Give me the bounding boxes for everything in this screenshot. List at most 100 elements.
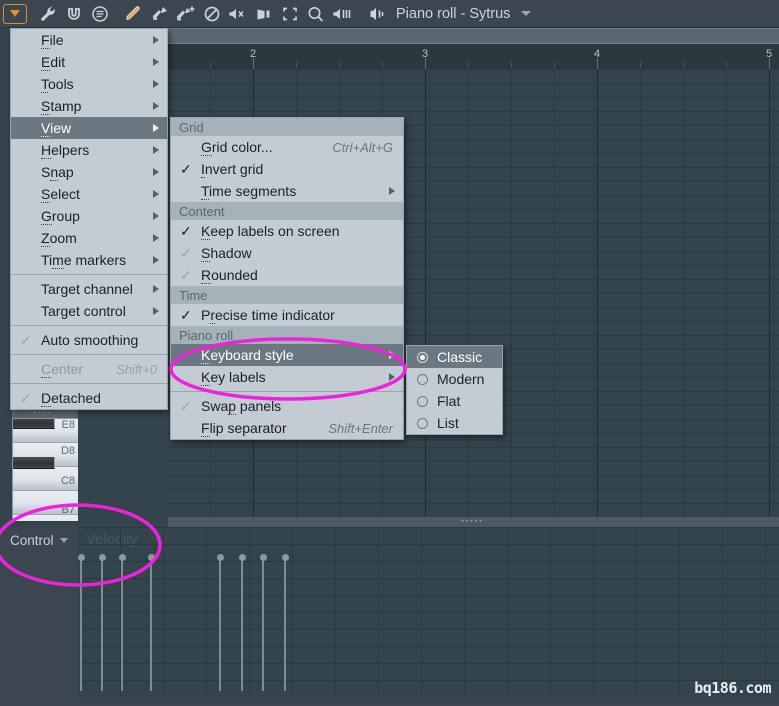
view-item-keep-labels-on-screen[interactable]: ✓ Keep labels on screen: [171, 220, 403, 242]
pencil-icon[interactable]: [121, 3, 147, 25]
menu-item-snap[interactable]: Snap: [11, 161, 167, 183]
velocity-handle[interactable]: [259, 554, 267, 561]
menu-item-label: Key labels: [201, 369, 266, 386]
view-item-key-labels[interactable]: Key labels: [171, 366, 403, 388]
view-item-swap-panels[interactable]: ✓ Swap panels: [171, 395, 403, 417]
menu-separator: [11, 274, 167, 275]
menu-item-center[interactable]: Center Shift+0: [11, 358, 167, 380]
disable-icon[interactable]: [199, 3, 225, 25]
menu-item-tools[interactable]: Tools: [11, 73, 167, 95]
list-icon[interactable]: [87, 3, 113, 25]
kbstyle-item-modern[interactable]: Modern: [407, 368, 502, 390]
wrench-icon[interactable]: [35, 3, 61, 25]
ruler-tick: [339, 62, 340, 69]
view-item-rounded[interactable]: ✓ Rounded: [171, 264, 403, 286]
checkmark-icon: ✓: [180, 161, 192, 177]
kbstyle-item-flat[interactable]: Flat: [407, 390, 502, 412]
main-menu[interactable]: File Edit Tools Stamp View Helpers Snap Select G…: [10, 28, 168, 410]
kbstyle-item-classic[interactable]: Classic: [407, 346, 502, 368]
velocity-stem[interactable]: [80, 557, 82, 691]
kbstyle-item-list[interactable]: List: [407, 412, 502, 434]
menu-item-target-channel[interactable]: Target channel: [11, 278, 167, 300]
menu-item-label: Center: [41, 361, 84, 378]
control-selector[interactable]: Control: [10, 533, 68, 548]
view-item-flip-separator[interactable]: Flip separator Shift+Enter: [171, 417, 403, 439]
menu-item-stamp[interactable]: Stamp: [11, 95, 167, 117]
zoom-icon[interactable]: [303, 3, 329, 25]
view-submenu[interactable]: Grid Grid color... Ctrl+Alt+G ✓ Invert grid T…: [170, 117, 404, 440]
mute-icon[interactable]: [225, 3, 251, 25]
menu-item-label: Flat: [437, 393, 461, 409]
velocity-stem[interactable]: [284, 557, 286, 691]
window-title-group[interactable]: Piano roll - Sytrus: [369, 6, 532, 22]
menu-item-zoom[interactable]: Zoom: [11, 227, 167, 249]
menu-item-select[interactable]: Select: [11, 183, 167, 205]
velocity-grid-line-horizontal: [78, 544, 779, 545]
paint-add-icon[interactable]: [173, 3, 199, 25]
piano-keyboard[interactable]: E8 D8 C8 B7: [12, 418, 78, 521]
select-icon[interactable]: [277, 3, 303, 25]
menu-item-edit[interactable]: Edit: [11, 51, 167, 73]
view-item-precise-time-indicator[interactable]: ✓ Precise time indicator: [171, 304, 403, 326]
menu-item-label: Auto smoothing: [41, 332, 139, 348]
ruler-tick: [683, 62, 684, 69]
playback-icon[interactable]: [329, 3, 355, 25]
velocity-handle[interactable]: [147, 554, 155, 561]
view-item-shadow[interactable]: ✓ Shadow: [171, 242, 403, 264]
ruler-tick: [382, 62, 383, 69]
chevron-right-icon: [389, 350, 395, 359]
slip-icon[interactable]: [251, 3, 277, 25]
chevron-right-icon: [153, 167, 159, 176]
menu-item-detached[interactable]: ✓ Detached: [11, 387, 167, 409]
velocity-stem[interactable]: [121, 557, 123, 691]
velocity-handle[interactable]: [216, 554, 224, 561]
velocity-handle[interactable]: [78, 554, 85, 561]
watermark: bq186.com: [694, 679, 771, 697]
paint-icon[interactable]: [147, 3, 173, 25]
velocity-label: Velocity: [86, 531, 138, 548]
menu-item-group[interactable]: Group: [11, 205, 167, 227]
velocity-handle[interactable]: [118, 554, 126, 561]
velocity-stem[interactable]: [241, 557, 243, 691]
view-item-grid-color[interactable]: Grid color... Ctrl+Alt+G: [171, 136, 403, 158]
velocity-handle[interactable]: [238, 554, 246, 561]
piano-black-key[interactable]: [13, 457, 55, 469]
menu-item-label: Time markers: [41, 252, 127, 269]
keyboard-scrollbar[interactable]: ▪▪▪▪: [12, 409, 78, 418]
keyboard-style-submenu[interactable]: Classic Modern Flat List: [406, 345, 503, 435]
menu-item-file[interactable]: File: [11, 29, 167, 51]
menu-item-time-markers[interactable]: Time markers: [11, 249, 167, 271]
velocity-grid-line-horizontal: [78, 680, 779, 681]
panel-splitter[interactable]: ▪▪▪▪▪: [168, 517, 779, 527]
velocity-grid-line-horizontal: [78, 646, 779, 647]
magnet-icon[interactable]: [61, 3, 87, 25]
velocity-stem[interactable]: [262, 557, 264, 691]
menu-item-view[interactable]: View: [11, 117, 167, 139]
piano-black-key[interactable]: [13, 419, 55, 429]
velocity-handle[interactable]: [98, 554, 106, 561]
chevron-right-icon: [153, 233, 159, 242]
view-item-invert-grid[interactable]: ✓ Invert grid: [171, 158, 403, 180]
velocity-stem[interactable]: [101, 557, 103, 691]
timeline-ruler[interactable]: 2345: [168, 44, 779, 69]
menu-section-header: Time: [171, 286, 403, 304]
main-menu-button[interactable]: [3, 3, 27, 24]
menu-item-label: Snap: [41, 164, 74, 181]
menu-item-label: Edit: [41, 54, 66, 71]
control-selector-label: Control: [10, 533, 54, 548]
chevron-down-icon-title[interactable]: [521, 11, 532, 16]
piano-roll-window: Piano roll - Sytrus 2345 ▪▪▪▪ E8 D8 C8 B7 ▪…: [0, 0, 779, 706]
velocity-handle[interactable]: [281, 554, 289, 561]
checkmark-icon: ✓: [180, 223, 192, 239]
menu-item-label: Stamp: [41, 98, 82, 115]
velocity-stem[interactable]: [219, 557, 221, 691]
menu-item-helpers[interactable]: Helpers: [11, 139, 167, 161]
view-item-keyboard-style[interactable]: Keyboard style: [171, 344, 403, 366]
velocity-stem[interactable]: [150, 557, 152, 691]
menu-item-target-control[interactable]: Target control: [11, 300, 167, 322]
ruler-tick: [511, 62, 512, 69]
menu-item-auto-smoothing[interactable]: ✓ Auto smoothing: [11, 329, 167, 351]
chevron-right-icon: [153, 101, 159, 110]
velocity-editor[interactable]: Velocity: [78, 527, 779, 697]
view-item-time-segments[interactable]: Time segments: [171, 180, 403, 202]
